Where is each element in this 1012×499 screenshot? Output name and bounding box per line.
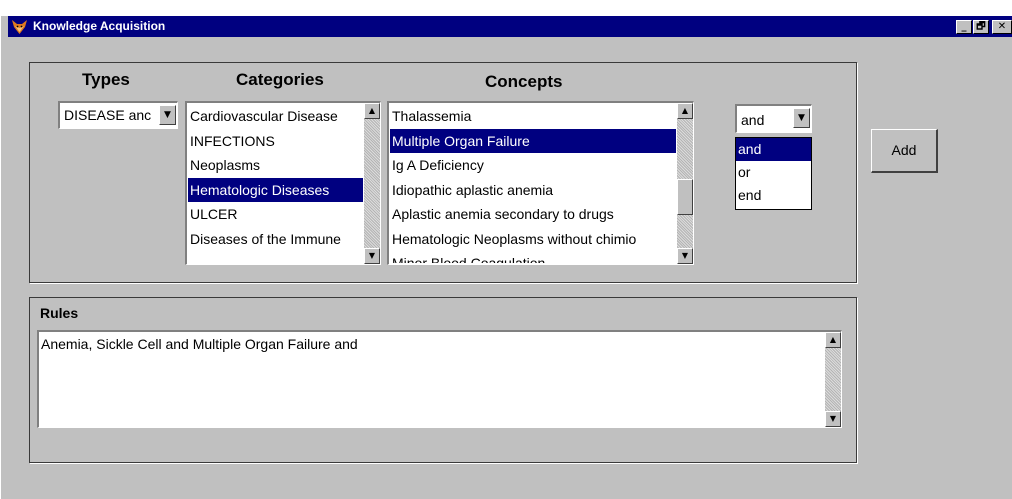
categories-items: Cardiovascular Disease INFECTIONS Neoplasm… (188, 104, 363, 263)
scroll-down-icon[interactable]: ▼ (677, 248, 693, 264)
scroll-up-icon[interactable]: ▲ (677, 103, 693, 119)
fox-app-icon (12, 20, 27, 34)
operator-select-value: and (741, 112, 765, 128)
concepts-scrollbar[interactable]: ▲ ▼ (677, 103, 693, 264)
categories-scrollbar[interactable]: ▲ ▼ (364, 103, 380, 264)
concepts-items: Thalassemia Multiple Organ Failure Ig A De… (390, 104, 676, 263)
close-button[interactable]: ✕ (992, 20, 1012, 34)
operator-list-item[interactable]: and (736, 138, 811, 161)
categories-list-item[interactable]: ULCER (188, 202, 363, 227)
chevron-down-icon[interactable]: ▼ (159, 105, 176, 125)
concepts-list-item[interactable]: Idiopathic aplastic anemia (390, 178, 676, 203)
categories-list-item[interactable]: Neoplasms (188, 153, 363, 178)
concepts-list-item[interactable]: Hematologic Neoplasms without chimio (390, 227, 676, 252)
title-bar[interactable]: Knowledge Acquisition _ 🗗 ✕ (8, 16, 1012, 37)
operator-list-item[interactable]: end (736, 184, 811, 207)
concepts-list-item[interactable]: Thalassemia (390, 104, 676, 129)
categories-list-item[interactable]: Hematologic Diseases (188, 177, 363, 202)
rules-scrollbar[interactable]: ▲ ▼ (825, 332, 841, 427)
categories-list-item[interactable]: Diseases of the Immune (188, 227, 363, 252)
rules-text: Anemia, Sickle Cell and Multiple Organ F… (41, 336, 358, 352)
scroll-up-icon[interactable]: ▲ (825, 332, 841, 348)
operator-dropdown[interactable]: and or end (735, 137, 812, 210)
operator-select[interactable]: and ▼ (735, 104, 812, 133)
operator-list-item[interactable]: or (736, 161, 811, 184)
concepts-list[interactable]: Thalassemia Multiple Organ Failure Ig A De… (387, 101, 694, 265)
concepts-list-item[interactable]: Ig A Deficiency (390, 153, 676, 178)
concepts-list-item[interactable]: Minor Blood Coagulation (390, 251, 676, 263)
maximize-button[interactable]: 🗗 (973, 20, 989, 34)
rules-textarea[interactable]: Anemia, Sickle Cell and Multiple Organ F… (37, 330, 842, 428)
scroll-down-icon[interactable]: ▼ (364, 248, 380, 264)
categories-list-item[interactable]: INFECTIONS (188, 129, 363, 154)
categories-header: Categories (236, 70, 324, 89)
types-header: Types (82, 70, 130, 89)
chevron-down-icon[interactable]: ▼ (793, 108, 810, 128)
minimize-button[interactable]: _ (956, 20, 972, 34)
categories-list[interactable]: Cardiovascular Disease INFECTIONS Neoplasm… (185, 101, 381, 265)
categories-list-item[interactable]: Cardiovascular Disease (188, 104, 363, 129)
add-button[interactable]: Add (871, 129, 938, 173)
scroll-up-icon[interactable]: ▲ (364, 103, 380, 119)
concepts-header: Concepts (485, 72, 563, 91)
window-title: Knowledge Acquisition (33, 19, 166, 33)
concepts-list-item[interactable]: Multiple Organ Failure (390, 128, 676, 153)
types-select-value: DISEASE anc (64, 107, 152, 123)
operator-options: and or end (736, 138, 811, 207)
scroll-down-icon[interactable]: ▼ (825, 411, 841, 427)
types-select[interactable]: DISEASE anc ▼ (58, 101, 178, 129)
concepts-list-item[interactable]: Aplastic anemia secondary to drugs (390, 202, 676, 227)
scroll-thumb[interactable] (677, 179, 693, 215)
rules-label: Rules (40, 305, 79, 321)
